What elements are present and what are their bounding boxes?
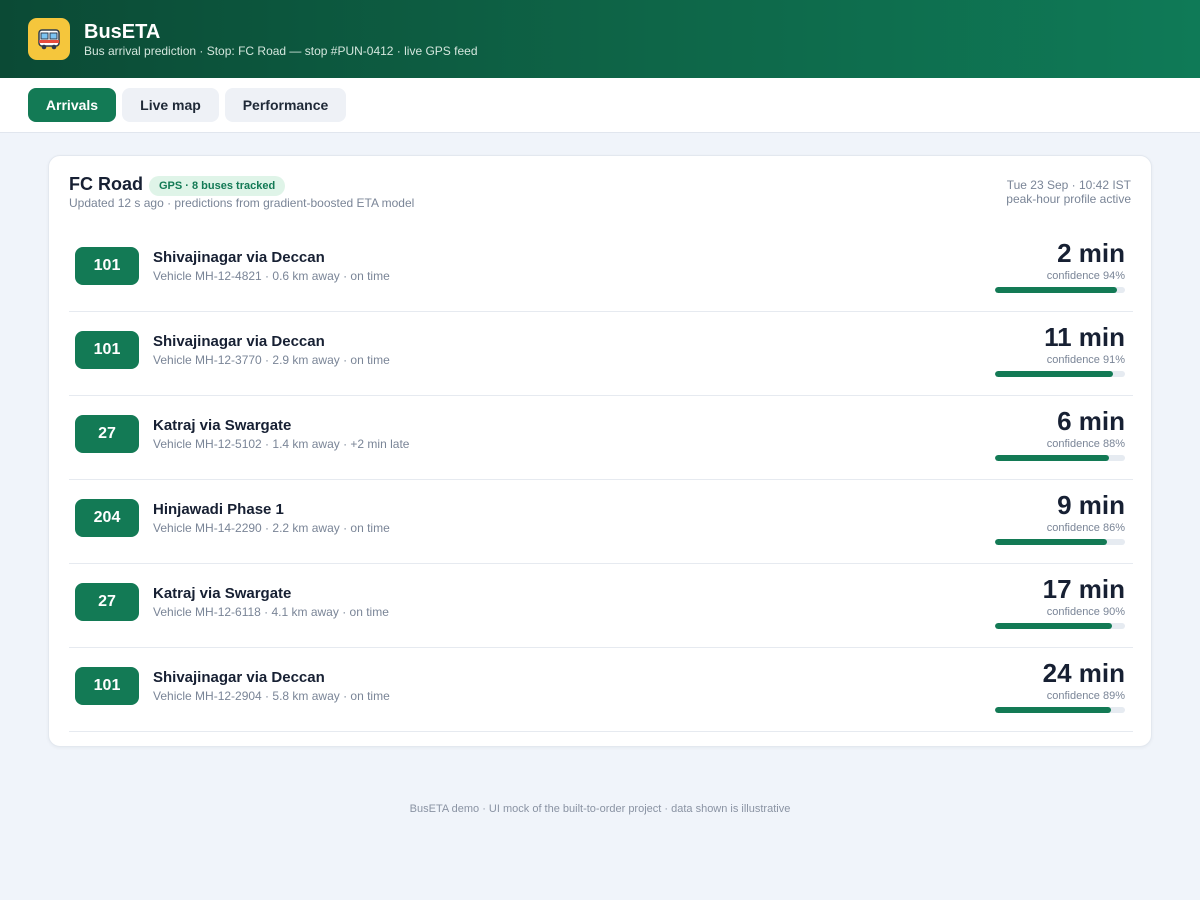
arrival-row[interactable]: 204 Hinjawadi Phase 1 Vehicle MH-14-2290… bbox=[69, 480, 1133, 564]
app-subtitle: Bus arrival prediction · Stop: FC Road —… bbox=[84, 44, 478, 58]
confidence-label: confidence 88% bbox=[1046, 438, 1125, 450]
datetime-text: Tue 23 Sep · 10:42 IST bbox=[1006, 178, 1131, 192]
eta: 2 min bbox=[1057, 238, 1125, 268]
vehicle-info: Vehicle MH-12-2904 · 5.8 km away · on ti… bbox=[153, 689, 390, 703]
vehicle-info: Vehicle MH-14-2290 · 2.2 km away · on ti… bbox=[153, 521, 390, 535]
destination: Katraj via Swargate bbox=[153, 585, 292, 602]
confidence-bar bbox=[995, 539, 1125, 545]
eta: 17 min bbox=[1042, 574, 1125, 604]
arrival-row[interactable]: 101 Shivajinagar via Deccan Vehicle MH-1… bbox=[69, 312, 1133, 396]
confidence-label: confidence 91% bbox=[1046, 354, 1125, 366]
eta: 6 min bbox=[1057, 406, 1125, 436]
confidence-label: confidence 90% bbox=[1046, 606, 1125, 618]
confidence-fill bbox=[995, 539, 1107, 545]
confidence-label: confidence 86% bbox=[1046, 522, 1125, 534]
destination: Shivajinagar via Deccan bbox=[153, 333, 325, 350]
eta: 24 min bbox=[1042, 658, 1125, 688]
confidence-label: confidence 89% bbox=[1046, 690, 1125, 702]
confidence-fill bbox=[995, 371, 1114, 377]
vehicle-info: Vehicle MH-12-4821 · 0.6 km away · on ti… bbox=[153, 269, 390, 283]
route-badge: 101 bbox=[75, 331, 139, 369]
confidence-fill bbox=[995, 623, 1112, 629]
tab-live-map[interactable]: Live map bbox=[122, 88, 219, 122]
bus-icon bbox=[28, 18, 70, 60]
arrival-row[interactable]: 101 Shivajinagar via Deccan Vehicle MH-1… bbox=[69, 228, 1133, 312]
destination: Shivajinagar via Deccan bbox=[153, 669, 325, 686]
app-header: BusETA Bus arrival prediction · Stop: FC… bbox=[0, 0, 1200, 78]
tab-arrivals[interactable]: Arrivals bbox=[28, 88, 116, 122]
route-badge: 101 bbox=[75, 667, 139, 705]
eta: 9 min bbox=[1057, 490, 1125, 520]
confidence-bar bbox=[995, 707, 1125, 713]
arrivals-list: 101 Shivajinagar via Deccan Vehicle MH-1… bbox=[69, 228, 1133, 732]
app-title: BusETA bbox=[84, 21, 161, 43]
destination: Shivajinagar via Deccan bbox=[153, 249, 325, 266]
vehicle-info: Vehicle MH-12-5102 · 1.4 km away · +2 mi… bbox=[153, 437, 410, 451]
route-badge: 101 bbox=[75, 247, 139, 285]
arrival-row[interactable]: 101 Shivajinagar via Deccan Vehicle MH-1… bbox=[69, 648, 1133, 732]
vehicle-info: Vehicle MH-12-3770 · 2.9 km away · on ti… bbox=[153, 353, 390, 367]
tab-performance[interactable]: Performance bbox=[225, 88, 346, 122]
confidence-fill bbox=[995, 707, 1111, 713]
arrival-row[interactable]: 27 Katraj via Swargate Vehicle MH-12-611… bbox=[69, 564, 1133, 648]
arrival-row[interactable]: 27 Katraj via Swargate Vehicle MH-12-510… bbox=[69, 396, 1133, 480]
vehicle-info: Vehicle MH-12-6118 · 4.1 km away · on ti… bbox=[153, 605, 389, 619]
footer-note: BusETA demo · UI mock of the built-to-or… bbox=[409, 803, 791, 815]
profile-text: peak-hour profile active bbox=[1006, 192, 1131, 206]
route-badge: 204 bbox=[75, 499, 139, 537]
confidence-fill bbox=[995, 287, 1118, 293]
confidence-bar bbox=[995, 371, 1125, 377]
arrivals-card: FC Road GPS · 8 buses tracked Updated 12… bbox=[48, 155, 1152, 747]
destination: Hinjawadi Phase 1 bbox=[153, 501, 284, 518]
route-badge: 27 bbox=[75, 583, 139, 621]
eta: 11 min bbox=[1044, 322, 1125, 352]
confidence-bar bbox=[995, 455, 1125, 461]
stop-meta: Tue 23 Sep · 10:42 IST peak-hour profile… bbox=[1006, 178, 1131, 206]
destination: Katraj via Swargate bbox=[153, 417, 292, 434]
confidence-fill bbox=[995, 455, 1110, 461]
stop-name: FC Road bbox=[69, 174, 143, 194]
confidence-label: confidence 94% bbox=[1046, 270, 1125, 282]
confidence-bar bbox=[995, 623, 1125, 629]
tab-bar: Arrivals Live map Performance bbox=[0, 78, 1200, 133]
gps-status-badge: GPS · 8 buses tracked bbox=[149, 176, 286, 196]
updated-text: Updated 12 s ago · predictions from grad… bbox=[69, 196, 415, 210]
route-badge: 27 bbox=[75, 415, 139, 453]
confidence-bar bbox=[995, 287, 1125, 293]
